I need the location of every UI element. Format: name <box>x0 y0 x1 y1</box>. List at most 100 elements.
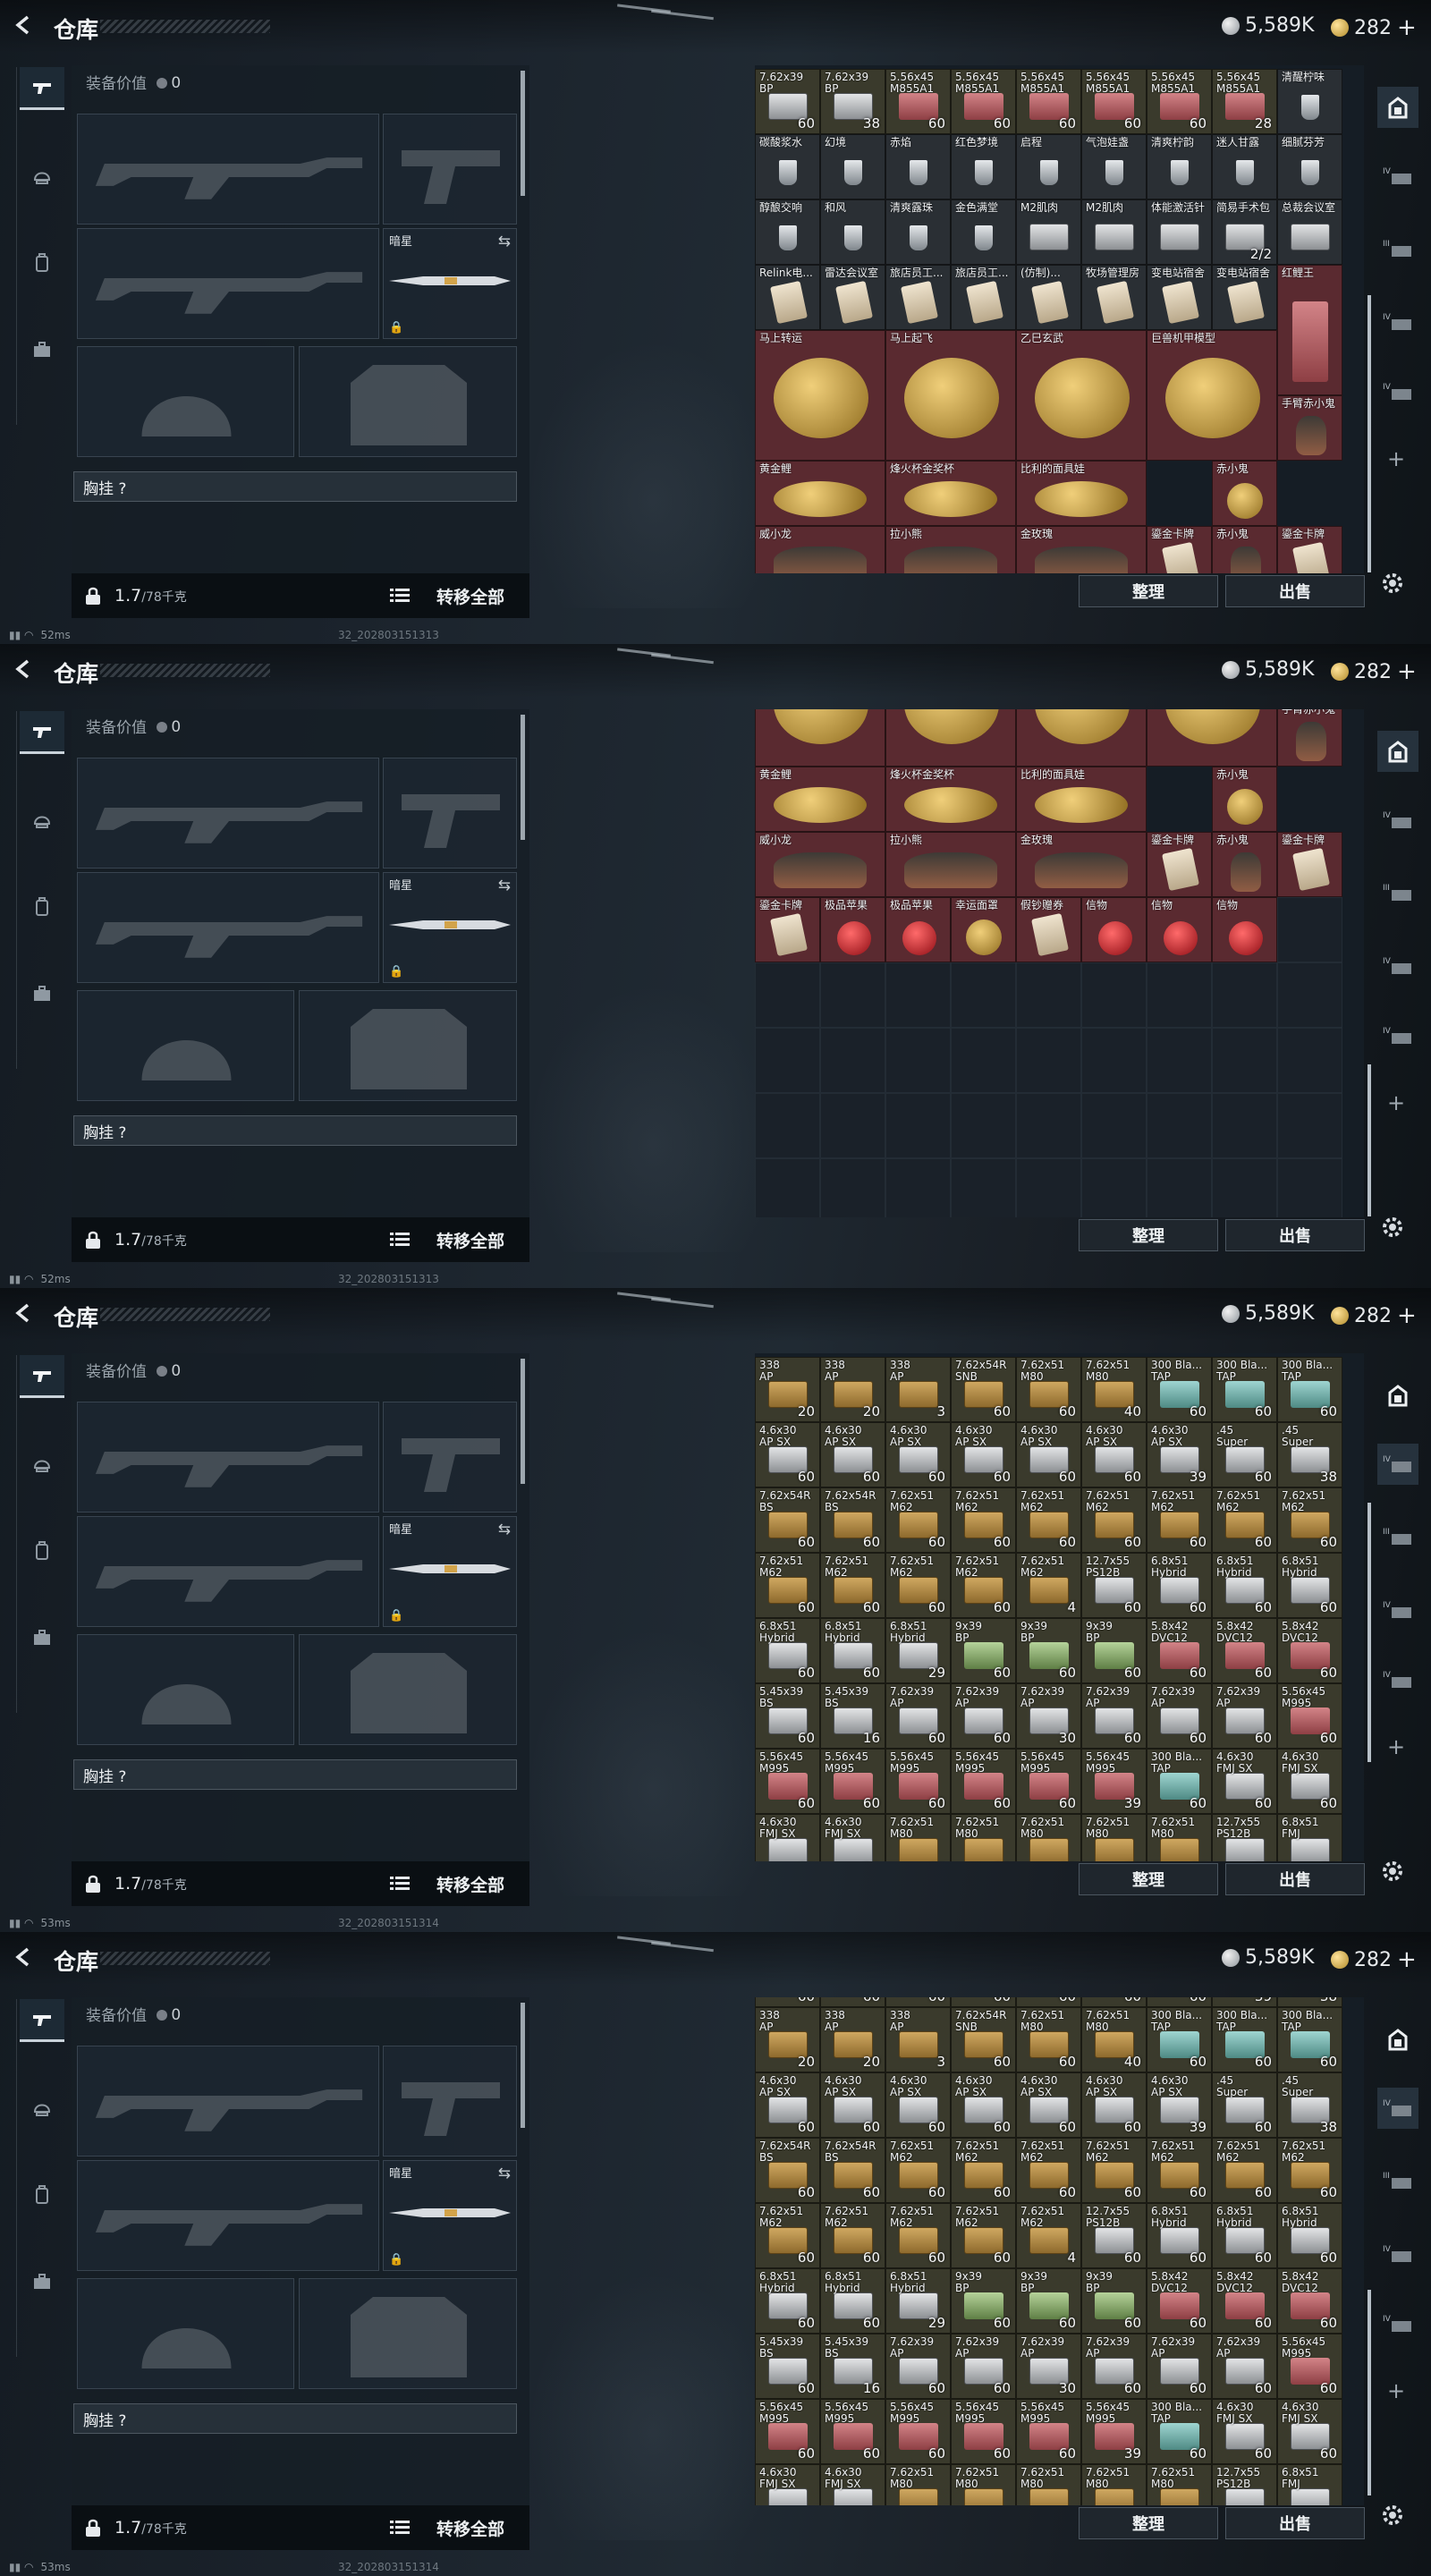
stash-scrollbar[interactable] <box>1367 1064 1371 1216</box>
stash-item[interactable]: 红鲤王 <box>1277 265 1342 395</box>
stash-item[interactable]: 马上起飞 <box>885 330 1016 461</box>
stash-item[interactable]: 338 AP 20 <box>755 2007 820 2072</box>
stash-item[interactable]: 7.62x51 M62 60 <box>1081 2138 1147 2203</box>
stash-item[interactable]: 巨兽机甲模型 <box>1147 330 1277 461</box>
stash-item[interactable]: 马上起飞 <box>885 709 1016 767</box>
stash-item[interactable] <box>1277 1028 1342 1093</box>
stash-item[interactable]: 60 <box>951 1997 1016 2007</box>
stash-item[interactable]: 4.6x30 FMJ SX60 <box>1212 1749 1277 1814</box>
stash-item[interactable]: 4.6x30 AP SX 60 <box>820 1422 885 1487</box>
stash-item[interactable]: 5.56x45 M995 39 <box>1081 2399 1147 2464</box>
swap-icon[interactable]: ⇆ <box>498 877 511 894</box>
stash-item[interactable] <box>1277 962 1342 1028</box>
tab-helmet[interactable] <box>20 154 64 197</box>
stash-item[interactable]: 7.62x51 M62 60 <box>885 1487 951 1553</box>
stash-item[interactable]: 7.62x51 M62 60 <box>951 2138 1016 2203</box>
secondary-weapon-slot[interactable] <box>77 228 379 339</box>
stash-item[interactable]: 39 <box>1212 1997 1277 2007</box>
stash-item[interactable]: 赤小鬼 <box>1212 526 1277 573</box>
stash-item[interactable]: 12.7x55 PS12B34 <box>1212 1814 1277 1861</box>
stash-item[interactable]: 信物 <box>1147 897 1212 962</box>
stash-item[interactable]: 雷达会议室 <box>820 265 885 330</box>
stash-item[interactable]: 7.62x51 M62 60 <box>1147 2138 1212 2203</box>
stash-item[interactable]: 7.62x51 M62 60 <box>1277 2138 1342 2203</box>
stash-item[interactable]: 赤小鬼 <box>1212 461 1277 526</box>
stash-item[interactable]: 300 Bla... TAP 60 <box>1277 1357 1342 1422</box>
equipment-scrollbar[interactable] <box>521 1359 525 1484</box>
stash-item[interactable] <box>1212 1093 1277 1158</box>
stash-item[interactable]: 338 AP 3 <box>885 1357 951 1422</box>
helmet-slot[interactable] <box>77 346 294 457</box>
stash-item[interactable]: 12.7x55 PS12B 60 <box>1081 1553 1147 1618</box>
stash-item[interactable]: 清爽露珠 <box>885 199 951 265</box>
stash-item[interactable]: 4.6x30 FMJ SX60 <box>755 2464 820 2505</box>
pistol-slot[interactable] <box>383 1402 517 1513</box>
stash-item[interactable]: 4.6x30 AP SX 60 <box>1016 1422 1081 1487</box>
stash-item[interactable]: 5.8x42 DVC12 60 <box>1147 2268 1212 2334</box>
equipment-scrollbar[interactable] <box>521 715 525 840</box>
stash-item[interactable]: 60 <box>820 1997 885 2007</box>
stash-item[interactable]: 7.62x39 AP 60 <box>885 2334 951 2399</box>
primary-weapon-slot[interactable] <box>77 1402 379 1513</box>
stash-item[interactable] <box>755 1093 820 1158</box>
stash-item[interactable]: 7.62x51 M62 60 <box>1212 1487 1277 1553</box>
stash-item[interactable]: 7.62x51 M8060 <box>1081 1814 1147 1861</box>
stash-item[interactable]: 4.6x30 AP SX 60 <box>951 1422 1016 1487</box>
stash-item[interactable]: 12.7x55 PS12B34 <box>1212 2464 1277 2505</box>
stash-item[interactable]: 6.8x51 FMJ60 <box>1277 2464 1342 2505</box>
settings-gear-icon[interactable] <box>1379 1214 1406 1241</box>
stash-item[interactable]: 5.56x45 M995 60 <box>755 1749 820 1814</box>
stash-item[interactable]: 7.62x39 AP 60 <box>885 1683 951 1749</box>
stash-item[interactable]: 4.6x30 AP SX 60 <box>885 2072 951 2138</box>
stash-item[interactable] <box>1212 962 1277 1028</box>
stash-item[interactable]: 红色梦境 <box>951 134 1016 199</box>
stash-item[interactable] <box>951 1028 1016 1093</box>
sort-button[interactable]: 整理 <box>1079 1219 1218 1251</box>
tab-stash-2[interactable]: IV <box>1377 1444 1418 1485</box>
settings-gear-icon[interactable] <box>1379 2502 1406 2529</box>
stash-item[interactable]: M2肌肉 <box>1016 199 1081 265</box>
settings-gear-icon[interactable] <box>1379 570 1406 597</box>
stash-item[interactable]: 6.8x51 FMJ60 <box>1277 1814 1342 1861</box>
stash-item[interactable]: 鎏金卡牌 <box>1147 832 1212 897</box>
stash-item[interactable]: 威小龙 <box>755 526 885 573</box>
stash-item[interactable]: 5.56x45 M995 60 <box>1277 2334 1342 2399</box>
stash-item[interactable]: 4.6x30 FMJ SX60 <box>1277 2399 1342 2464</box>
primary-weapon-slot[interactable] <box>77 758 379 869</box>
stash-item[interactable]: 7.62x51 M8060 <box>885 2464 951 2505</box>
stash-item[interactable]: 5.56x45 M855A1 28 <box>1212 69 1277 134</box>
armor-slot[interactable] <box>299 346 517 457</box>
stash-item[interactable]: 鎏金卡牌 <box>755 897 820 962</box>
stash-item[interactable]: 鎏金卡牌 <box>1277 832 1342 897</box>
stash-item[interactable]: 7.62x39 AP 60 <box>1147 1683 1212 1749</box>
tab-weapons[interactable] <box>20 711 64 754</box>
stash-item[interactable]: 5.45x39 BS 16 <box>820 2334 885 2399</box>
stash-item[interactable]: 信物 <box>1212 897 1277 962</box>
stash-item[interactable] <box>755 962 820 1028</box>
stash-item[interactable]: 7.62x51 M62 60 <box>820 1553 885 1618</box>
stash-item[interactable]: 比利的面具娃 <box>1016 461 1147 526</box>
stash-item[interactable]: 5.8x42 DVC12 60 <box>1212 1618 1277 1683</box>
stash-item[interactable]: 9x39 BP 60 <box>951 2268 1016 2334</box>
stash-item[interactable]: 60 <box>1016 1997 1081 2007</box>
pistol-slot[interactable] <box>383 758 517 869</box>
tab-case[interactable] <box>20 328 64 371</box>
stash-item[interactable] <box>1081 962 1147 1028</box>
stash-item[interactable]: 马上转运 <box>755 709 885 767</box>
stash-item[interactable]: 6.8x51 Hybrid 60 <box>1147 1553 1212 1618</box>
stash-item[interactable]: 清醒柠味 <box>1277 69 1342 134</box>
tab-stash-2[interactable]: IV <box>1377 156 1418 197</box>
stash-item[interactable] <box>1277 897 1342 962</box>
stash-item[interactable]: 简易手术包 2/2 <box>1212 199 1277 265</box>
stash-item[interactable]: 60 <box>885 1997 951 2007</box>
stash-item[interactable]: 5.56x45 M995 60 <box>1277 1683 1342 1749</box>
sell-button[interactable]: 出售 <box>1225 1219 1365 1251</box>
tab-weapons[interactable] <box>20 1999 64 2042</box>
stash-item[interactable]: 5.56x45 M855A1 60 <box>951 69 1016 134</box>
stash-item[interactable]: 338 AP 3 <box>885 2007 951 2072</box>
armor-slot[interactable] <box>299 990 517 1101</box>
stash-item[interactable]: 清爽柠韵 <box>1147 134 1212 199</box>
stash-item[interactable]: 4.6x30 AP SX 39 <box>1147 2072 1212 2138</box>
add-currency-button[interactable]: + <box>1397 1302 1417 1329</box>
stash-item[interactable]: 极品苹果 <box>885 897 951 962</box>
